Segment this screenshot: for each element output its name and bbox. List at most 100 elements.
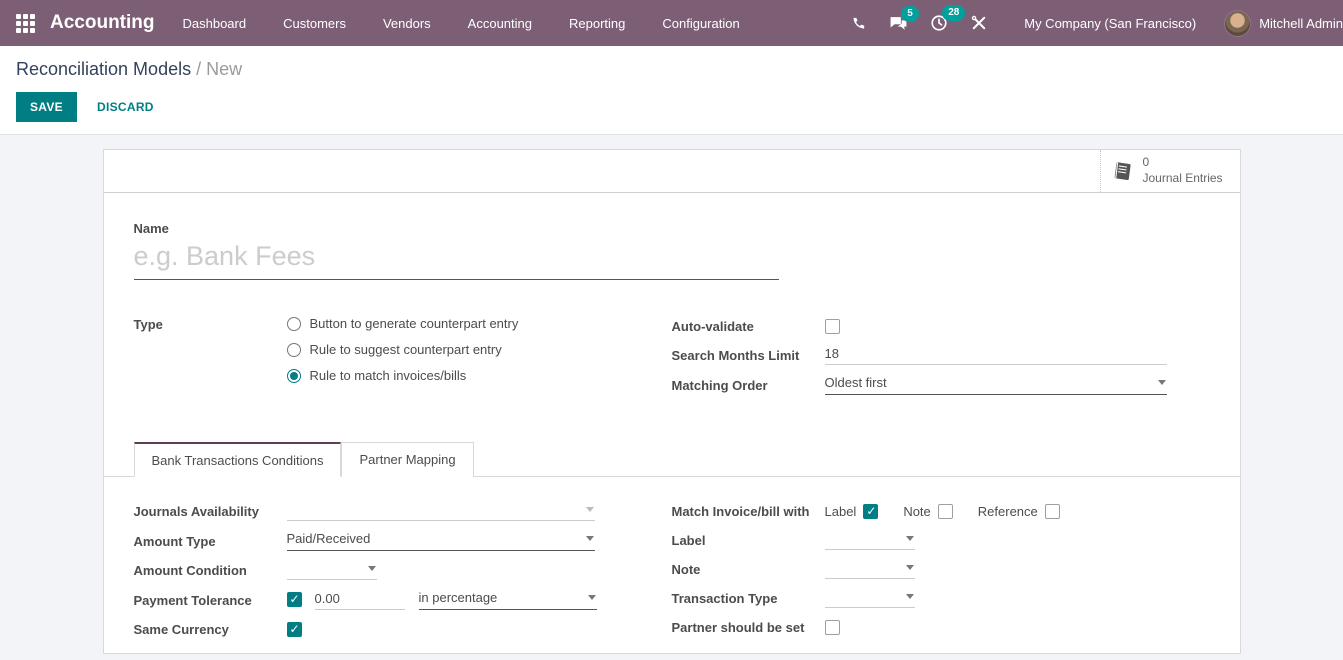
- breadcrumb-parent[interactable]: Reconciliation Models: [16, 59, 191, 79]
- control-panel: Reconciliation Models/New SAVE DISCARD: [0, 46, 1343, 134]
- messages-icon[interactable]: 5: [889, 15, 908, 32]
- chevron-down-icon: [906, 594, 914, 599]
- chevron-down-icon: [368, 566, 376, 571]
- same-currency-row: Same Currency: [134, 619, 672, 639]
- app-name[interactable]: Accounting: [50, 12, 155, 34]
- partner-should-be-set-label: Partner should be set: [672, 619, 825, 635]
- menu-item-dashboard[interactable]: Dashboard: [183, 16, 247, 31]
- radio-rule-match[interactable]: [287, 369, 301, 383]
- form-view-area: 0 Journal Entries Name Type: [0, 134, 1343, 660]
- match-option-note: Note: [903, 504, 959, 519]
- book-icon: [1111, 160, 1134, 183]
- amount-type-label: Amount Type: [134, 533, 287, 549]
- form-statusbar: 0 Journal Entries: [104, 150, 1240, 193]
- menu-item-vendors[interactable]: Vendors: [383, 16, 431, 31]
- user-menu[interactable]: Mitchell Admin: [1259, 16, 1343, 31]
- breadcrumb: Reconciliation Models/New: [16, 59, 1327, 80]
- main-menu: Dashboard Customers Vendors Accounting R…: [183, 16, 777, 31]
- auto-validate-checkbox[interactable]: [825, 319, 840, 334]
- discard-button[interactable]: DISCARD: [91, 99, 160, 115]
- label-field-label: Label: [672, 532, 825, 548]
- control-panel-buttons: SAVE DISCARD: [16, 92, 1327, 122]
- payment-tolerance-checkbox[interactable]: [287, 592, 302, 607]
- match-reference-checkbox[interactable]: [1045, 504, 1060, 519]
- payment-tolerance-input[interactable]: [315, 590, 405, 610]
- journals-availability-select[interactable]: [287, 502, 595, 521]
- activities-icon[interactable]: 28: [930, 14, 948, 32]
- match-option-label: Label: [825, 504, 886, 519]
- chevron-down-icon: [586, 507, 594, 512]
- amount-type-select[interactable]: Paid/Received: [287, 530, 595, 551]
- debug-tools-icon[interactable]: [970, 14, 988, 32]
- note-field-label: Note: [672, 561, 825, 577]
- transaction-type-select[interactable]: [825, 589, 915, 608]
- matching-order-row: Matching Order Oldest first: [672, 374, 1210, 395]
- type-option-rule-match[interactable]: Rule to match invoices/bills: [287, 368, 519, 383]
- form-sheet: 0 Journal Entries Name Type: [103, 149, 1241, 654]
- radio-button-generate[interactable]: [287, 317, 301, 331]
- journal-entries-label: Journal Entries: [1143, 171, 1223, 185]
- search-months-limit-label: Search Months Limit: [672, 347, 825, 363]
- chevron-down-icon: [586, 536, 594, 541]
- tab-bank-transactions-conditions[interactable]: Bank Transactions Conditions: [134, 442, 342, 477]
- same-currency-label: Same Currency: [134, 621, 287, 637]
- menu-item-reporting[interactable]: Reporting: [569, 16, 625, 31]
- match-label-checkbox[interactable]: [863, 504, 878, 519]
- amount-type-row: Amount Type Paid/Received: [134, 530, 672, 551]
- payment-tolerance-unit-select[interactable]: in percentage: [419, 589, 597, 610]
- save-button[interactable]: SAVE: [16, 92, 77, 122]
- label-select[interactable]: [825, 531, 915, 550]
- journals-availability-label: Journals Availability: [134, 503, 287, 519]
- partner-should-be-set-row: Partner should be set: [672, 617, 1210, 637]
- matching-order-select[interactable]: Oldest first: [825, 374, 1167, 395]
- partner-should-be-set-checkbox[interactable]: [825, 620, 840, 635]
- label-row: Label: [672, 530, 1210, 550]
- phone-icon[interactable]: [850, 15, 867, 32]
- journal-entries-stat-button[interactable]: 0 Journal Entries: [1100, 150, 1240, 192]
- journals-availability-row: Journals Availability: [134, 501, 672, 521]
- chevron-down-icon: [906, 536, 914, 541]
- transaction-type-row: Transaction Type: [672, 588, 1210, 608]
- name-field-group: Name: [134, 221, 1210, 280]
- match-invoice-label: Match Invoice/bill with: [672, 503, 825, 519]
- journal-entries-stat-text: 0 Journal Entries: [1143, 155, 1223, 186]
- breadcrumb-current: New: [206, 59, 242, 79]
- match-option-reference: Reference: [978, 504, 1067, 519]
- tab-partner-mapping[interactable]: Partner Mapping: [341, 442, 473, 477]
- notebook-tabs: Bank Transactions Conditions Partner Map…: [104, 442, 1240, 477]
- menu-item-accounting[interactable]: Accounting: [468, 16, 532, 31]
- match-note-checkbox[interactable]: [938, 504, 953, 519]
- name-input[interactable]: [134, 238, 779, 280]
- top-navbar: Accounting Dashboard Customers Vendors A…: [0, 0, 1343, 46]
- auto-validate-label: Auto-validate: [672, 318, 825, 334]
- match-invoice-row: Match Invoice/bill with Label Note Refer…: [672, 501, 1210, 521]
- amount-condition-label: Amount Condition: [134, 562, 287, 578]
- match-invoice-options: Label Note Reference: [825, 504, 1085, 519]
- amount-condition-row: Amount Condition: [134, 560, 672, 580]
- messages-badge: 5: [901, 6, 919, 22]
- menu-item-configuration[interactable]: Configuration: [662, 16, 739, 31]
- payment-tolerance-row: Payment Tolerance in percentage: [134, 589, 672, 610]
- menu-item-customers[interactable]: Customers: [283, 16, 346, 31]
- same-currency-checkbox[interactable]: [287, 622, 302, 637]
- type-option-button-generate[interactable]: Button to generate counterpart entry: [287, 316, 519, 331]
- breadcrumb-separator: /: [196, 59, 201, 79]
- search-months-limit-input[interactable]: [825, 345, 1167, 365]
- navbar-systray: 5 28 My Company (San Francisco) Mitchell…: [850, 10, 1343, 37]
- radio-rule-suggest[interactable]: [287, 343, 301, 357]
- name-label: Name: [134, 221, 1210, 236]
- type-label: Type: [134, 316, 287, 332]
- user-avatar[interactable]: [1224, 10, 1251, 37]
- type-option-rule-suggest[interactable]: Rule to suggest counterpart entry: [287, 342, 519, 357]
- apps-grid-icon[interactable]: [16, 14, 35, 33]
- search-months-limit-row: Search Months Limit: [672, 345, 1210, 365]
- chevron-down-icon: [1158, 380, 1166, 385]
- activities-badge: 28: [942, 5, 965, 21]
- amount-condition-select[interactable]: [287, 561, 377, 580]
- chevron-down-icon: [588, 595, 596, 600]
- auto-validate-row: Auto-validate: [672, 316, 1210, 336]
- note-select[interactable]: [825, 560, 915, 579]
- company-switcher[interactable]: My Company (San Francisco): [1024, 16, 1196, 31]
- journal-entries-count: 0: [1143, 155, 1150, 169]
- matching-order-label: Matching Order: [672, 377, 825, 393]
